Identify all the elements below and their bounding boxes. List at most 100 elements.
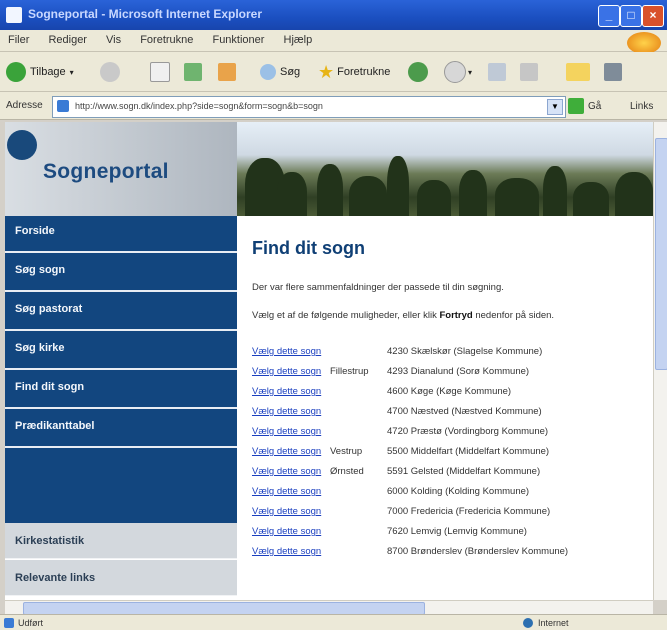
result-postnr: 5591 Gelsted (Middelfart Kommune) bbox=[387, 466, 541, 477]
select-parish-link[interactable]: Vælg dette sogn bbox=[252, 446, 321, 457]
instruction-post: nedenfor på siden. bbox=[472, 310, 555, 321]
result-row: Vælg dette sogn 4700 Næstved (Næstved Kom… bbox=[252, 406, 637, 423]
site-logo[interactable]: Sogneportal bbox=[5, 122, 237, 216]
result-postnr: 7620 Lemvig (Lemvig Kommune) bbox=[387, 526, 527, 537]
stop-icon bbox=[150, 62, 170, 82]
home-icon bbox=[218, 63, 236, 81]
menu-favorites[interactable]: Foretrukne bbox=[132, 30, 201, 46]
history-button[interactable]: ▾ bbox=[444, 60, 472, 84]
folder-icon bbox=[566, 63, 590, 81]
instruction-text: Vælg et af de følgende muligheder, eller… bbox=[252, 310, 554, 321]
star-icon: ★ bbox=[318, 61, 335, 82]
select-parish-link[interactable]: Vælg dette sogn bbox=[252, 526, 321, 537]
chevron-down-icon: ▾ bbox=[69, 67, 74, 77]
select-parish-link[interactable]: Vælg dette sogn bbox=[252, 406, 321, 417]
nav-item-soeg-sogn[interactable]: Søg sogn bbox=[5, 255, 237, 292]
select-parish-link[interactable]: Vælg dette sogn bbox=[252, 486, 321, 497]
sidebar-nav: Forside Søg sogn Søg pastorat Søg kirke … bbox=[5, 216, 237, 523]
address-bar: Adresse http://www.sogn.dk/index.php?sid… bbox=[0, 92, 667, 120]
result-postnr: 6000 Kolding (Kolding Kommune) bbox=[387, 486, 530, 497]
search-label: Søg bbox=[280, 66, 301, 78]
vertical-scrollbar[interactable] bbox=[653, 122, 667, 600]
window-title: Sogneportal - Microsoft Internet Explore… bbox=[28, 7, 263, 21]
security-zone: Internet bbox=[538, 618, 569, 628]
print-button[interactable] bbox=[520, 60, 538, 84]
globe-icon bbox=[523, 618, 533, 628]
mail-icon bbox=[488, 63, 506, 81]
forward-button[interactable] bbox=[100, 60, 120, 84]
main-content: Find dit sogn Der var flere sammenfaldni… bbox=[237, 216, 641, 600]
forest-banner-image bbox=[237, 122, 653, 216]
menu-tools[interactable]: Funktioner bbox=[204, 30, 272, 46]
select-parish-link[interactable]: Vælg dette sogn bbox=[252, 386, 321, 397]
nav-item-forside[interactable]: Forside bbox=[5, 216, 237, 253]
vertical-scroll-thumb[interactable] bbox=[655, 138, 667, 370]
intro-text: Der var flere sammenfaldninger der passe… bbox=[252, 282, 504, 293]
address-url: http://www.sogn.dk/index.php?side=sogn&f… bbox=[75, 101, 323, 111]
menu-file[interactable]: Filer bbox=[0, 30, 37, 46]
address-label: Adresse bbox=[6, 100, 43, 111]
nav-item-relevante-links[interactable]: Relevante links bbox=[5, 560, 237, 596]
nav-item-kirkestatistik[interactable]: Kirkestatistik bbox=[5, 523, 237, 559]
history-icon bbox=[444, 61, 466, 83]
instruction-pre: Vælg et af de følgende muligheder, eller… bbox=[252, 310, 440, 321]
address-dropdown-icon[interactable]: ▼ bbox=[547, 99, 563, 115]
refresh-icon bbox=[184, 63, 202, 81]
result-postnr: 4700 Næstved (Næstved Kommune) bbox=[387, 406, 542, 417]
refresh-button[interactable] bbox=[184, 60, 202, 84]
maximize-button[interactable]: □ bbox=[620, 5, 642, 27]
menu-help[interactable]: Hjælp bbox=[276, 30, 321, 46]
select-parish-link[interactable]: Vælg dette sogn bbox=[252, 366, 321, 377]
horizontal-scrollbar[interactable] bbox=[5, 600, 653, 615]
result-row: Vælg dette sogn 7000 Fredericia (Frederic… bbox=[252, 506, 637, 523]
toolbar: Tilbage ▾ Søg ★ Foretrukne ▾ bbox=[0, 52, 667, 92]
media-icon bbox=[408, 62, 428, 82]
result-postnr: 8700 Brønderslev (Brønderslev Kommune) bbox=[387, 546, 569, 557]
back-button[interactable]: Tilbage ▾ bbox=[6, 60, 74, 84]
address-input[interactable]: http://www.sogn.dk/index.php?side=sogn&f… bbox=[52, 96, 566, 118]
home-button[interactable] bbox=[218, 60, 236, 84]
menu-edit[interactable]: Rediger bbox=[40, 30, 95, 46]
select-parish-link[interactable]: Vælg dette sogn bbox=[252, 546, 321, 557]
select-parish-link[interactable]: Vælg dette sogn bbox=[252, 346, 321, 357]
mail-button[interactable] bbox=[488, 60, 506, 84]
media-button[interactable] bbox=[408, 60, 428, 84]
messenger-button[interactable] bbox=[604, 60, 622, 84]
back-arrow-icon bbox=[6, 62, 26, 82]
print-icon bbox=[520, 63, 538, 81]
menu-bar: Filer Rediger Vis Foretrukne Funktioner … bbox=[0, 30, 667, 54]
result-postnr: 4230 Skælskør (Slagelse Kommune) bbox=[387, 346, 543, 357]
site-name: Sogneportal bbox=[43, 160, 169, 183]
messenger-icon bbox=[604, 63, 622, 81]
menu-view[interactable]: Vis bbox=[98, 30, 129, 46]
go-arrow-icon[interactable] bbox=[568, 98, 584, 114]
nav-item-find-dit-sogn[interactable]: Find dit sogn bbox=[5, 372, 237, 409]
stop-button[interactable] bbox=[150, 60, 170, 84]
result-by: Ørnsted bbox=[330, 466, 364, 477]
result-by: Fillestrup bbox=[330, 366, 369, 377]
folder-button[interactable] bbox=[566, 60, 590, 84]
nav-item-soeg-pastorat[interactable]: Søg pastorat bbox=[5, 294, 237, 331]
links-button[interactable]: Links bbox=[630, 101, 653, 112]
result-row: Vælg dette sogn 7620 Lemvig (Lemvig Kommu… bbox=[252, 526, 637, 543]
go-button[interactable]: Gå bbox=[588, 101, 601, 112]
select-parish-link[interactable]: Vælg dette sogn bbox=[252, 426, 321, 437]
result-by: Vestrup bbox=[330, 446, 363, 457]
search-button[interactable]: Søg bbox=[260, 60, 300, 84]
nav-item-praedikanttabel[interactable]: Prædikanttabel bbox=[5, 411, 237, 448]
select-parish-link[interactable]: Vælg dette sogn bbox=[252, 466, 321, 477]
close-button[interactable]: × bbox=[642, 5, 664, 27]
status-text: Udført bbox=[18, 618, 44, 628]
select-parish-link[interactable]: Vælg dette sogn bbox=[252, 506, 321, 517]
result-postnr: 4600 Køge (Køge Kommune) bbox=[387, 386, 512, 397]
result-postnr: 5500 Middelfart (Middelfart Kommune) bbox=[387, 446, 550, 457]
result-postnr: 4720 Præstø (Vordingborg Kommune) bbox=[387, 426, 549, 437]
page-title: Find dit sogn bbox=[252, 238, 365, 258]
result-postnr: 7000 Fredericia (Fredericia Kommune) bbox=[387, 506, 551, 517]
forward-arrow-icon bbox=[100, 62, 120, 82]
minimize-button[interactable]: _ bbox=[598, 5, 620, 27]
favorites-button[interactable]: ★ Foretrukne bbox=[318, 60, 390, 84]
page-icon bbox=[57, 100, 69, 112]
nav-item-soeg-kirke[interactable]: Søg kirke bbox=[5, 333, 237, 370]
chevron-down-icon: ▾ bbox=[468, 67, 473, 77]
